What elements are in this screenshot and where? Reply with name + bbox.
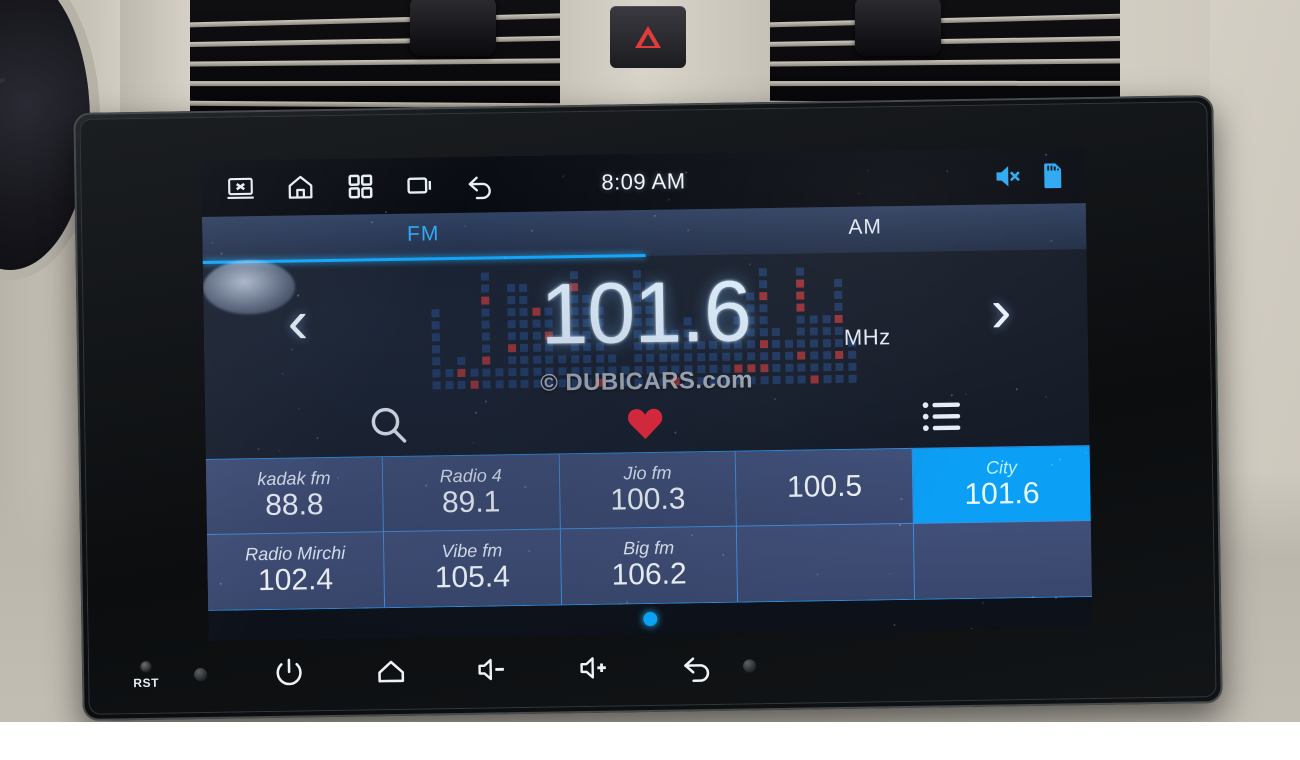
touchscreen-display[interactable]: 8:09 AM FM AM ‹ › 101.6 MHz © DUBICARS.c… — [201, 147, 1093, 641]
preset-cell[interactable]: City 101.6 — [912, 446, 1091, 524]
status-bar-clock: 8:09 AM — [601, 168, 686, 195]
reset-pinhole[interactable]: RST — [124, 660, 168, 690]
tab-fm-label: FM — [406, 222, 440, 246]
preset-cell[interactable]: 100.5 — [736, 448, 915, 527]
volume-down-button[interactable] — [473, 649, 514, 690]
preset-frequency: 102.4 — [257, 563, 334, 598]
preset-frequency: 89.1 — [441, 484, 501, 519]
hazard-triangle-icon — [635, 26, 661, 48]
preset-station-name: Radio 4 — [439, 465, 502, 487]
preset-cell[interactable]: Big fm 106.2 — [560, 526, 739, 605]
preset-cell[interactable]: Jio fm 100.3 — [559, 451, 738, 530]
preset-station-name: City — [985, 456, 1018, 478]
vent-slat — [170, 12, 570, 29]
vent-direction-knob[interactable] — [855, 0, 941, 56]
ir-sensor — [742, 658, 757, 673]
preset-frequency: 106.2 — [611, 557, 687, 592]
preset-frequency: 105.4 — [434, 560, 511, 595]
preset-cell[interactable]: kadak fm 88.8 — [205, 457, 384, 535]
hazard-lights-button[interactable] — [610, 6, 686, 68]
home-button[interactable] — [371, 651, 412, 692]
preset-station-name: Jio fm — [623, 462, 672, 484]
preset-station-name: Vibe fm — [441, 540, 503, 562]
preset-frequency: 100.5 — [786, 469, 863, 505]
tab-fm[interactable]: FM — [202, 214, 644, 255]
preset-cell[interactable]: Radio Mirchi 102.4 — [206, 532, 385, 610]
mute-icon[interactable] — [993, 161, 1023, 191]
vent-slat — [170, 58, 570, 67]
reset-pinhole-icon — [139, 660, 153, 673]
vent-slat — [170, 80, 570, 87]
vent-slat — [170, 35, 570, 48]
preset-frequency: 101.6 — [964, 476, 1040, 511]
air-vent-left — [170, 0, 570, 112]
preset-cell[interactable] — [737, 523, 916, 602]
tab-am[interactable]: AM — [644, 207, 1086, 248]
current-frequency: 101.6 — [539, 263, 752, 363]
volume-up-button[interactable] — [575, 648, 616, 689]
back-button[interactable] — [677, 646, 718, 687]
preset-cell[interactable]: Vibe fm 105.4 — [383, 529, 562, 608]
vent-direction-knob[interactable] — [410, 0, 496, 56]
status-bar-right-icons — [993, 160, 1067, 191]
radio-app: 8:09 AM FM AM ‹ › 101.6 MHz © DUBICARS.c… — [201, 147, 1093, 641]
page-dot-active[interactable] — [643, 611, 658, 627]
preset-frequency: 100.3 — [610, 482, 686, 517]
station-list-icon[interactable] — [919, 393, 966, 440]
sd-card-icon[interactable] — [1037, 160, 1067, 190]
head-unit-device: 8:09 AM FM AM ‹ › 101.6 MHz © DUBICARS.c… — [73, 95, 1223, 721]
dashboard-photo-scene: 8:09 AM FM AM ‹ › 101.6 MHz © DUBICARS.c… — [0, 0, 1300, 760]
photo-bottom-border — [0, 722, 1300, 760]
vent-slat — [760, 58, 1130, 67]
reset-label: RST — [133, 675, 160, 690]
status-led — [194, 667, 208, 681]
preset-station-name: Big fm — [623, 537, 675, 559]
vent-slat — [760, 80, 1130, 87]
tab-am-label: AM — [848, 215, 883, 239]
preset-frequency: 88.8 — [264, 487, 324, 522]
favorite-heart-icon[interactable] — [624, 402, 667, 445]
preset-grid: kadak fm 88.8 Radio 4 89.1 Jio fm 100.3 100.5 C… — [205, 445, 1093, 611]
gauge-needle — [0, 77, 7, 107]
power-button[interactable] — [269, 652, 310, 693]
vent-frame-left — [120, 0, 190, 120]
preset-cell[interactable]: Radio 4 89.1 — [382, 454, 561, 533]
vent-slat — [760, 12, 1130, 29]
search-icon[interactable] — [365, 402, 412, 449]
preset-station-name: kadak fm — [257, 467, 331, 489]
frequency-unit-label: MHz — [843, 324, 891, 350]
air-vent-right — [760, 0, 1130, 112]
vent-slat — [760, 35, 1130, 48]
preset-cell[interactable] — [914, 521, 1093, 599]
preset-station-name: Radio Mirchi — [244, 543, 346, 565]
